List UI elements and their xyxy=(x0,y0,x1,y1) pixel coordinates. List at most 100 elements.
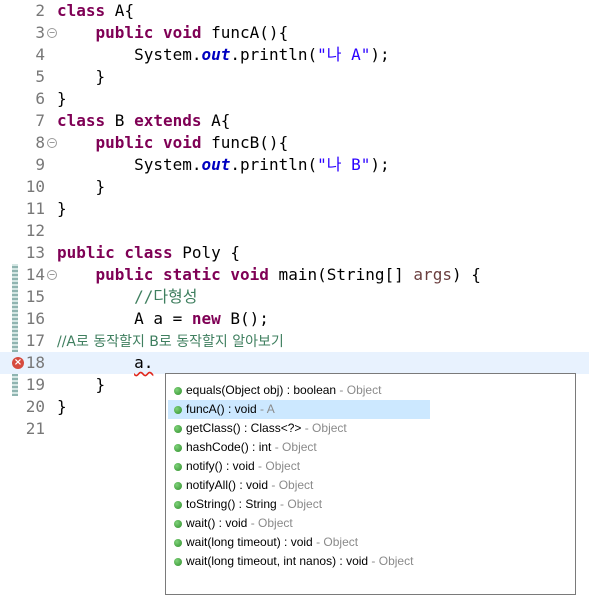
code-text: } xyxy=(57,66,106,88)
declaring-type: - Object xyxy=(271,440,317,454)
line-number: 18 xyxy=(25,353,45,372)
completion-item-label: funcA() : void - A xyxy=(186,400,275,419)
method-signature: funcA() : void xyxy=(186,402,257,416)
public-method-icon xyxy=(174,463,182,471)
line-number: 9 xyxy=(35,155,45,174)
code-token: ); xyxy=(370,45,390,64)
code-line[interactable]: 2 class A{ xyxy=(0,0,589,22)
completion-item-label: wait() : void - Object xyxy=(186,514,293,533)
code-line[interactable]: 6} xyxy=(0,88,589,110)
completion-item[interactable]: hashCode() : int - Object xyxy=(168,438,430,457)
declaring-type: - Object xyxy=(312,535,359,549)
code-line[interactable]: 3− public void funcA(){ xyxy=(0,22,589,44)
code-text: A a = new B(); xyxy=(57,308,269,330)
line-number: 20 xyxy=(25,397,45,416)
code-line[interactable]: 8− public void funcB(){ xyxy=(0,132,589,154)
code-token: class xyxy=(57,1,106,20)
code-token: B(); xyxy=(220,309,269,328)
fold-collapse-icon[interactable]: − xyxy=(47,28,57,38)
code-token: } xyxy=(57,67,106,86)
line-number: 10 xyxy=(25,177,45,196)
line-number: 19 xyxy=(25,375,45,394)
code-line[interactable]: 17 //A로 동작할지 B로 동작할지 알아보기 xyxy=(0,330,589,352)
code-token: a. xyxy=(134,353,154,372)
code-token: .println( xyxy=(230,45,318,64)
code-text: //A로 동작할지 B로 동작할지 알아보기 xyxy=(57,330,284,353)
code-token: } xyxy=(57,199,67,218)
code-line[interactable]: 15 //다형성 xyxy=(0,286,589,308)
declaring-type: - Object xyxy=(301,421,347,435)
code-token: public static void xyxy=(95,265,269,284)
line-number: 5 xyxy=(35,67,45,86)
code-text: public class Poly { xyxy=(57,242,240,264)
public-method-icon xyxy=(174,387,182,395)
code-line[interactable]: 9 System.out.println("나 B"); xyxy=(0,154,589,176)
code-line[interactable]: 16 A a = new B(); xyxy=(0,308,589,330)
code-token: funcB(){ xyxy=(201,133,289,152)
completion-item[interactable]: wait() : void - Object xyxy=(168,514,430,533)
completion-item[interactable]: toString() : String - Object xyxy=(168,495,430,514)
code-text: a. xyxy=(57,352,153,374)
method-signature: wait(long timeout) : void xyxy=(186,535,313,549)
code-token: .println( xyxy=(230,155,318,174)
declaring-type: - Object xyxy=(268,478,314,492)
code-token: System. xyxy=(57,45,202,64)
line-number: 17 xyxy=(25,331,45,350)
completion-item[interactable]: funcA() : void - A xyxy=(168,400,430,419)
completion-item[interactable]: wait(long timeout) : void - Object xyxy=(168,533,430,552)
completion-item-label: toString() : String - Object xyxy=(186,495,322,514)
code-token: } xyxy=(57,397,67,416)
public-method-icon xyxy=(174,444,182,452)
public-method-icon xyxy=(174,539,182,547)
public-method-icon xyxy=(174,406,182,414)
code-line[interactable]: 4 System.out.println("나 A"); xyxy=(0,44,589,66)
line-number: 11 xyxy=(25,199,45,218)
code-text: public void funcB(){ xyxy=(57,132,289,154)
completion-item[interactable]: notifyAll() : void - Object xyxy=(168,476,430,495)
code-line[interactable]: 14− public static void main(String[] arg… xyxy=(0,264,589,286)
public-method-icon xyxy=(174,425,182,433)
completion-item[interactable]: getClass() : Class<?> - Object xyxy=(168,419,430,438)
fold-collapse-icon[interactable]: − xyxy=(47,270,57,280)
content-assist-popup[interactable]: equals(Object obj) : boolean - Object fun… xyxy=(165,373,576,595)
line-number: 3 xyxy=(35,23,45,42)
line-number: 14 xyxy=(25,265,45,284)
code-line[interactable]: 10 } xyxy=(0,176,589,198)
method-signature: hashCode() : int xyxy=(186,440,272,454)
line-number: 16 xyxy=(25,309,45,328)
line-number: 2 xyxy=(35,1,45,20)
code-line[interactable]: 7 class B extends A{ xyxy=(0,110,589,132)
completion-item-label: getClass() : Class<?> - Object xyxy=(186,419,347,438)
code-line[interactable]: × 18 a. xyxy=(0,352,589,374)
public-method-icon xyxy=(174,558,182,566)
code-token: Poly { xyxy=(172,243,241,262)
code-line[interactable]: 5 } xyxy=(0,66,589,88)
code-text: class B extends A{ xyxy=(57,110,230,132)
code-line[interactable]: 11} xyxy=(0,198,589,220)
code-token: A a = xyxy=(57,309,192,328)
code-token: args xyxy=(413,265,452,284)
code-line[interactable]: 13 public class Poly { xyxy=(0,242,589,264)
code-text: //다형성 xyxy=(57,286,197,308)
method-signature: notify() : void xyxy=(186,459,255,473)
completion-item[interactable]: equals(Object obj) : boolean - Object xyxy=(168,381,430,400)
code-token: B xyxy=(105,111,135,130)
code-token: A{ xyxy=(201,111,231,130)
code-token: A{ xyxy=(105,1,135,20)
completion-item-label: notifyAll() : void - Object xyxy=(186,476,313,495)
completion-item-label: wait(long timeout, int nanos) : void - O… xyxy=(186,552,413,571)
fold-collapse-icon[interactable]: − xyxy=(47,138,57,148)
code-line[interactable]: 12 xyxy=(0,220,589,242)
code-token: ) { xyxy=(451,265,481,284)
code-text: } xyxy=(57,198,67,220)
completion-item[interactable]: wait(long timeout, int nanos) : void - O… xyxy=(168,552,430,571)
completion-item[interactable]: notify() : void - Object xyxy=(168,457,430,476)
completion-item-label: wait(long timeout) : void - Object xyxy=(186,533,358,552)
code-token: main(String[] xyxy=(268,265,414,284)
code-token: "나 B" xyxy=(317,155,371,174)
code-token: } xyxy=(57,177,106,196)
